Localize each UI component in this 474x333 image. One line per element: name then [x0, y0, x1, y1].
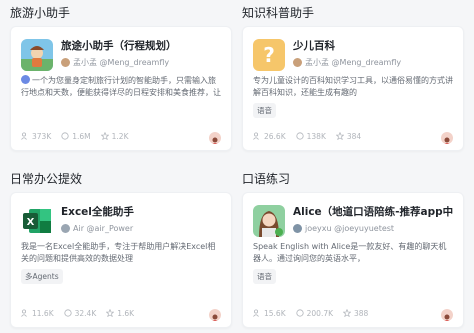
chat-icon	[64, 309, 72, 317]
globe-icon	[21, 75, 30, 84]
bot-name: Excel全能助手	[61, 206, 134, 218]
chats-stat: 200.7K	[296, 309, 333, 318]
svg-text:X: X	[27, 217, 35, 228]
bot-name: 旅途小助手（行程规划）	[61, 40, 177, 52]
users-icon	[253, 132, 259, 140]
bot-description: 我是一名Excel全能助手，专注于帮助用户解决Excel相关的问题和提供高效的数…	[21, 242, 216, 263]
chat-icon	[61, 132, 69, 140]
author-info: 孟小孟 @Meng_dreamfly	[61, 56, 223, 68]
chats-stat: 1.6M	[61, 132, 91, 141]
author-name: Air @air_Power	[73, 223, 134, 233]
users-stat: 11.6K	[21, 309, 54, 318]
favorites-stat: 388	[343, 309, 368, 318]
bot-stats: 11.6K 32.4K 1.6K	[21, 307, 221, 319]
chats-stat: 32.4K	[64, 309, 96, 318]
author-avatar	[293, 223, 302, 233]
author-name: 孟小孟 @Meng_dreamfly	[305, 57, 402, 67]
users-icon	[253, 309, 259, 317]
creator-avatar[interactable]	[209, 309, 221, 321]
excel-icon: X	[21, 205, 53, 237]
star-icon	[335, 132, 344, 140]
bot-name: 少儿百科	[293, 40, 335, 52]
author-info: joeyxu @joeyuyuetest	[293, 222, 455, 234]
section-title: 旅游小助手	[10, 6, 71, 20]
users-stat: 26.6K	[253, 132, 286, 141]
bot-card-travel[interactable]: 旅途小助手（行程规划） 孟小孟 @Meng_dreamfly 一个为您量身定制旅…	[10, 26, 232, 151]
author-info: Air @air_Power	[61, 222, 223, 234]
bot-stats: 373K 1.6M 1.2K	[21, 130, 221, 142]
bot-card-alice[interactable]: Alice（地道口语陪练-推荐app中 joeyxu @joeyuyuetest…	[242, 192, 464, 328]
section-knowledge: 知识科普助手 ? 少儿百科 孟小孟 @Meng_dreamfly 专为儿童设计的…	[242, 4, 464, 151]
question-mark-icon: ?	[253, 39, 285, 71]
star-icon	[100, 132, 109, 140]
tag-voice: 语音	[253, 103, 276, 118]
star-icon	[343, 309, 352, 317]
section-travel: 旅游小助手 旅途小助手（行程规划） 孟小孟 @Meng_dreamfly 一个为…	[10, 4, 232, 151]
creator-avatar[interactable]	[441, 132, 453, 144]
author-avatar	[293, 57, 302, 67]
author-avatar	[61, 223, 70, 233]
bot-stats: 15.6K 200.7K 388	[253, 307, 453, 319]
bot-avatar	[253, 205, 285, 237]
bot-description: 专为儿童设计的百科知识学习工具，以通俗易懂的方式讲解百科知识，还能生成有趣的	[253, 76, 453, 97]
bot-description: 一个为您量身定制旅行计划的智能助手，只需输入旅行地点和天数，便能获得详尽的日程安…	[21, 75, 221, 97]
bot-avatar	[21, 39, 53, 71]
bot-card-excel[interactable]: X Excel全能助手 Air @air_Power 我是一名Excel全能助手…	[10, 192, 232, 328]
tag-multi-agents: 多Agents	[21, 269, 63, 284]
chat-icon	[296, 132, 304, 140]
tag-voice: 语音	[253, 269, 276, 284]
favorites-stat: 384	[335, 132, 361, 141]
favorites-stat: 1.2K	[100, 132, 129, 141]
users-icon	[21, 132, 27, 140]
author-avatar	[61, 57, 70, 67]
chats-stat: 138K	[296, 132, 326, 141]
bot-description: Speak English with Alice是一款友好、有趣的聊天机器人。通…	[253, 242, 447, 263]
creator-avatar[interactable]	[441, 309, 453, 321]
section-speaking: 口语练习 Alice（地道口语陪练-推荐app中 joeyxu @joeyuyu…	[242, 170, 464, 328]
users-stat: 373K	[21, 132, 51, 141]
author-name: 孟小孟 @Meng_dreamfly	[73, 57, 170, 67]
svg-text:?: ?	[263, 43, 275, 67]
users-icon	[21, 309, 27, 317]
bot-card-kids-encyclopedia[interactable]: ? 少儿百科 孟小孟 @Meng_dreamfly 专为儿童设计的百科知识学习工…	[242, 26, 464, 151]
creator-avatar[interactable]	[209, 132, 221, 144]
star-icon	[106, 309, 115, 317]
author-info: 孟小孟 @Meng_dreamfly	[293, 56, 455, 68]
bot-name: Alice（地道口语陪练-推荐app中	[293, 206, 454, 218]
chat-icon	[296, 309, 304, 317]
section-office: 日常办公提效 X Excel全能助手 Air @air_Power 我是一名Ex…	[10, 170, 232, 328]
bot-stats: 26.6K 138K 384	[253, 130, 453, 142]
author-name: joeyxu @joeyuyuetest	[305, 223, 395, 233]
section-title: 知识科普助手	[242, 6, 315, 20]
favorites-stat: 1.6K	[106, 309, 134, 318]
section-title: 日常办公提效	[10, 172, 83, 186]
users-stat: 15.6K	[253, 309, 286, 318]
section-title: 口语练习	[242, 172, 291, 186]
